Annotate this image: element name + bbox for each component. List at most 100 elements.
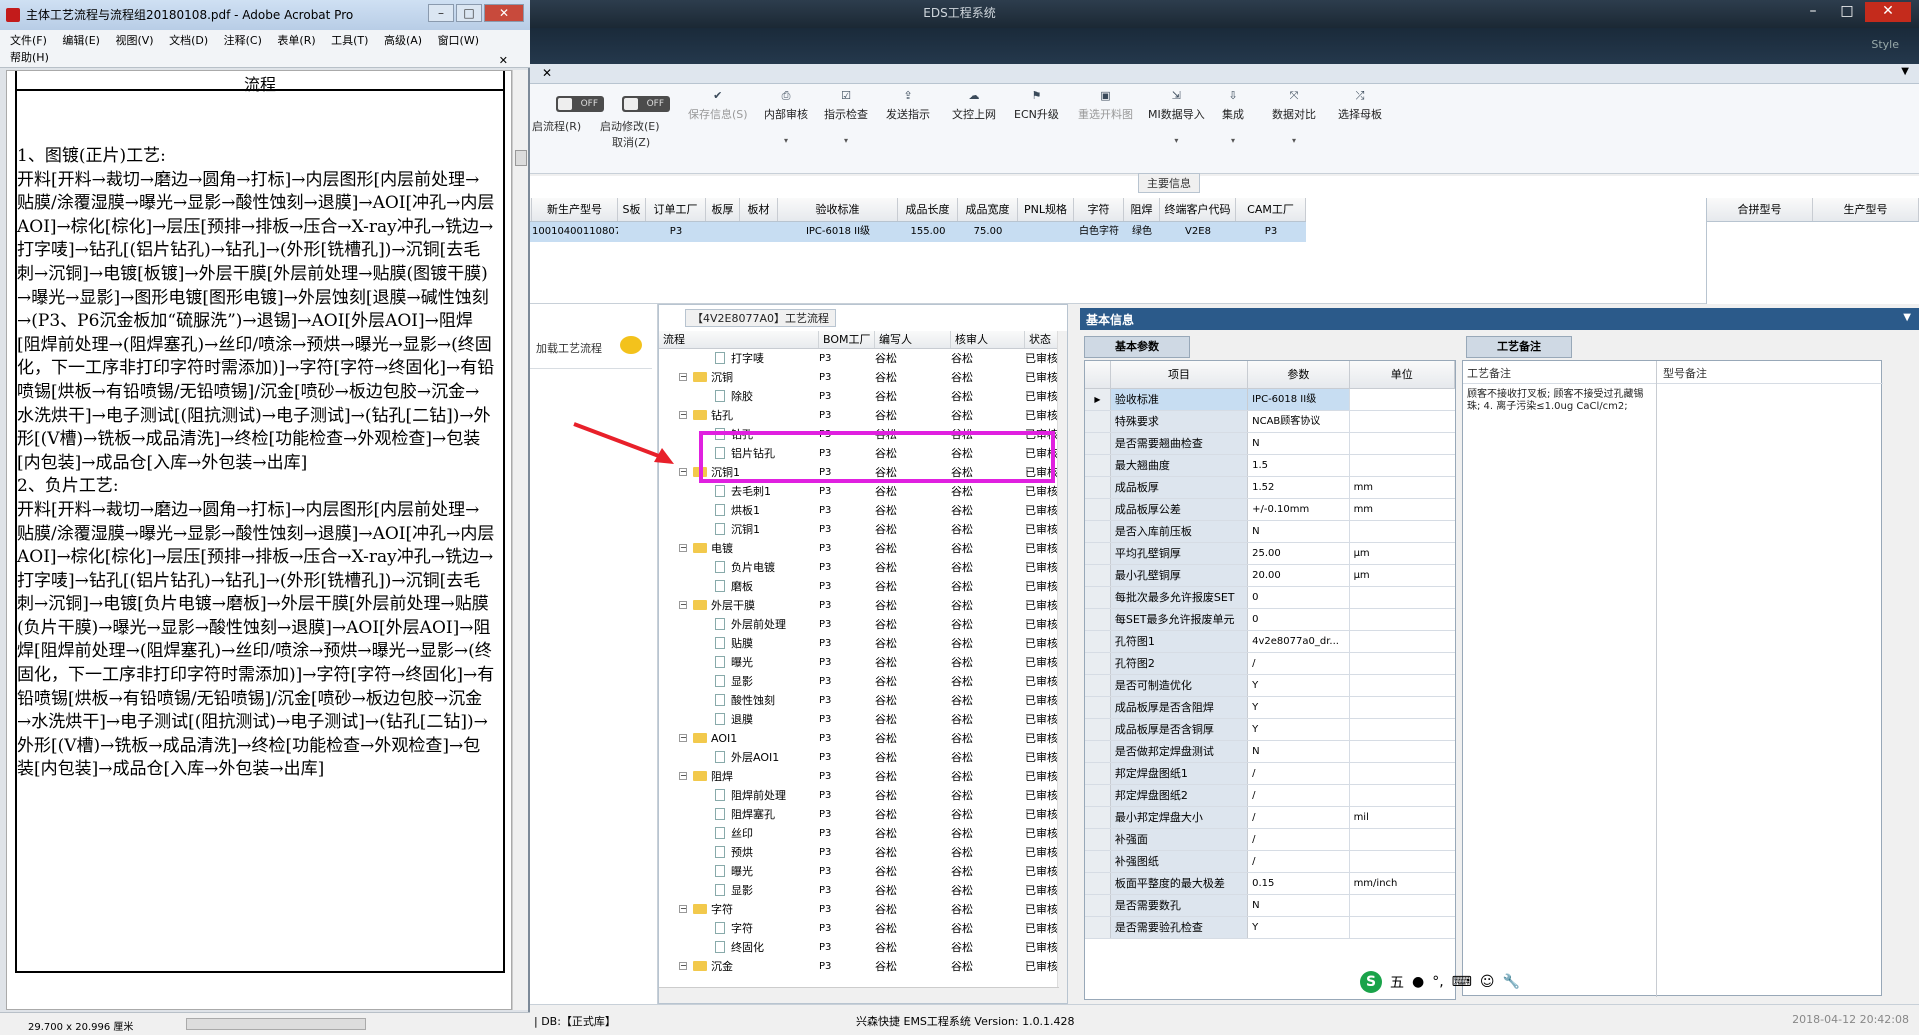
main-cell[interactable]: 155.00: [898, 222, 958, 242]
style-label[interactable]: Style: [1871, 38, 1899, 51]
main-cell[interactable]: [706, 222, 740, 242]
tab-craft-notes[interactable]: 工艺备注: [1466, 336, 1572, 358]
process-tree-row[interactable]: 退膜 P3 谷松 谷松 已审核: [659, 710, 1059, 729]
param-row[interactable]: 成品板厚是否含铜厚 Y: [1085, 719, 1455, 741]
main-col-header[interactable]: 验收标准: [778, 198, 898, 221]
process-tree-row[interactable]: 外层前处理 P3 谷松 谷松 已审核: [659, 615, 1059, 634]
keyboard-icon[interactable]: ⌨: [1452, 974, 1472, 990]
chat-bubble-icon[interactable]: [620, 336, 642, 354]
process-tree-row[interactable]: 阻焊前处理 P3 谷松 谷松 已审核: [659, 786, 1059, 805]
tab-close-icon[interactable]: ✕: [542, 66, 552, 80]
process-tree-row[interactable]: − 字符 P3 谷松 谷松 已审核: [659, 900, 1059, 919]
process-tree-row[interactable]: 阻焊塞孔 P3 谷松 谷松 已审核: [659, 805, 1059, 824]
toolbar-button[interactable]: ⚑ ECN升级: [1014, 90, 1059, 122]
main-cell[interactable]: [618, 222, 646, 242]
collapse-toggle-icon[interactable]: −: [679, 772, 687, 780]
param-value[interactable]: Y: [1248, 719, 1350, 740]
collapse-toggle-icon[interactable]: −: [679, 373, 687, 381]
collapse-toggle-icon[interactable]: −: [679, 601, 687, 609]
param-value[interactable]: /: [1248, 829, 1350, 850]
process-tree-row[interactable]: 烘板1 P3 谷松 谷松 已审核: [659, 501, 1059, 520]
param-row[interactable]: 成品板厚是否含阻焊 Y: [1085, 697, 1455, 719]
process-horizontal-scrollbar[interactable]: [659, 987, 1059, 1003]
process-vertical-scrollbar[interactable]: [1057, 331, 1067, 1003]
menu-comments[interactable]: 注释(C): [224, 34, 262, 47]
process-tree-row[interactable]: 丝印 P3 谷松 谷松 已审核: [659, 824, 1059, 843]
param-row[interactable]: 每批次最多允许报废SET 0: [1085, 587, 1455, 609]
toolbar-button[interactable]: ⤧ 数据对比 ▾: [1272, 90, 1316, 146]
acrobat-close-button[interactable]: ✕: [484, 4, 524, 22]
process-tree-row[interactable]: 打字唛 P3 谷松 谷松 已审核: [659, 349, 1059, 368]
process-tree-row[interactable]: 外层AOI1 P3 谷松 谷松 已审核: [659, 748, 1059, 767]
punctuation-icon[interactable]: °,: [1432, 974, 1443, 990]
process-col-header[interactable]: 核审人: [951, 331, 1025, 348]
collapse-toggle-icon[interactable]: −: [679, 962, 687, 970]
main-cell[interactable]: 白色字符: [1074, 222, 1124, 242]
param-value[interactable]: 4v2e8077a0_dr...: [1248, 631, 1350, 652]
collapse-toggle-icon[interactable]: −: [679, 468, 687, 476]
param-value[interactable]: /: [1248, 851, 1350, 872]
collapse-toggle-icon[interactable]: −: [679, 411, 687, 419]
param-value[interactable]: 1.5: [1248, 455, 1350, 476]
acrobat-maximize-button[interactable]: □: [456, 4, 482, 22]
dropdown-arrow-icon[interactable]: ▾: [1272, 136, 1316, 145]
process-tree-row[interactable]: 字符 P3 谷松 谷松 已审核: [659, 919, 1059, 938]
param-value[interactable]: 0: [1248, 587, 1350, 608]
param-row[interactable]: 补强图纸 /: [1085, 851, 1455, 873]
ime-toolbar[interactable]: S 五 ● °, ⌨ ☺ 🔧: [1360, 970, 1520, 994]
flow-toggle[interactable]: OFF: [556, 96, 604, 112]
param-row[interactable]: 邦定焊盘图纸1/: [1085, 763, 1455, 785]
toolbar-button[interactable]: ⇩ 集成 ▾: [1222, 90, 1244, 146]
process-tree-row[interactable]: 曝光 P3 谷松 谷松 已审核: [659, 653, 1059, 672]
menu-help[interactable]: 帮助(H): [10, 51, 49, 64]
wrench-icon[interactable]: 🔧: [1503, 974, 1520, 990]
param-row[interactable]: 板面平整度的最大极差 0.15 mm/inch: [1085, 873, 1455, 895]
param-row[interactable]: 每SET最多允许报废单元 0: [1085, 609, 1455, 631]
param-value[interactable]: Y: [1248, 697, 1350, 718]
toolbar-button[interactable]: ⇪ 发送指示: [886, 90, 930, 122]
collapse-toggle-icon[interactable]: −: [679, 544, 687, 552]
process-tree-row[interactable]: 贴膜 P3 谷松 谷松 已审核: [659, 634, 1059, 653]
process-tree-row[interactable]: − AOI1 P3 谷松 谷松 已审核: [659, 729, 1059, 748]
toolbar-button[interactable]: ⇲ MI数据导入 ▾: [1148, 90, 1205, 146]
param-value[interactable]: IPC-6018 II级: [1248, 389, 1350, 410]
param-value[interactable]: Y: [1248, 675, 1350, 696]
toolbar-button[interactable]: ⎙ 内部审核 ▾: [764, 90, 808, 146]
main-col-header[interactable]: 成品长度: [898, 198, 958, 221]
param-value[interactable]: N: [1248, 895, 1350, 916]
process-tree-row[interactable]: 终固化 P3 谷松 谷松 已审核: [659, 938, 1059, 957]
menu-forms[interactable]: 表单(R): [277, 34, 315, 47]
menu-document[interactable]: 文档(D): [169, 34, 208, 47]
menu-window[interactable]: 窗口(W): [438, 34, 479, 47]
param-row[interactable]: 是否需要验孔检查 Y: [1085, 917, 1455, 939]
menu-file[interactable]: 文件(F): [10, 34, 47, 47]
toolbar-button[interactable]: ⤮ 选择母板: [1338, 90, 1382, 122]
main-col-header[interactable]: CAM工厂: [1236, 198, 1306, 221]
process-tree-row[interactable]: 预烘 P3 谷松 谷松 已审核: [659, 843, 1059, 862]
process-tree-row[interactable]: − 沉金 P3 谷松 谷松 已审核: [659, 957, 1059, 976]
param-value[interactable]: 1.52: [1248, 477, 1350, 498]
process-tree-row[interactable]: 显影 P3 谷松 谷松 已审核: [659, 881, 1059, 900]
menu-tools[interactable]: 工具(T): [331, 34, 368, 47]
param-row[interactable]: 是否入库前压板 N: [1085, 521, 1455, 543]
main-col-header[interactable]: 阻焊: [1124, 198, 1160, 221]
ime-mode[interactable]: 五: [1390, 972, 1404, 992]
collapse-toggle-icon[interactable]: −: [679, 734, 687, 742]
param-value[interactable]: N: [1248, 741, 1350, 762]
toolbar-button[interactable]: ✔ 保存信息(S): [688, 90, 748, 122]
collapse-toggle-icon[interactable]: −: [679, 905, 687, 913]
main-grid-row[interactable]: 10010400110807 P3 IPC-6018 II级 155.00 75.00 白…: [530, 222, 1306, 242]
dropdown-arrow-icon[interactable]: ▾: [1148, 136, 1205, 145]
param-row[interactable]: 是否需要数孔 N: [1085, 895, 1455, 917]
main-col-header[interactable]: 新生产型号: [532, 198, 618, 221]
process-tree-row[interactable]: 沉铜1 P3 谷松 谷松 已审核: [659, 520, 1059, 539]
process-tree-row[interactable]: 磨板 P3 谷松 谷松 已审核: [659, 577, 1059, 596]
cancel-label[interactable]: 取消(Z): [612, 134, 650, 150]
main-col-header[interactable]: 订单工厂: [646, 198, 706, 221]
param-value[interactable]: N: [1248, 521, 1350, 542]
process-tree-row[interactable]: − 阻焊 P3 谷松 谷松 已审核: [659, 767, 1059, 786]
param-value[interactable]: Y: [1248, 917, 1350, 938]
param-row[interactable]: 邦定焊盘图纸2/: [1085, 785, 1455, 807]
main-cell[interactable]: 75.00: [958, 222, 1018, 242]
toolbar-button[interactable]: ☑ 指示检查 ▾: [824, 90, 868, 146]
